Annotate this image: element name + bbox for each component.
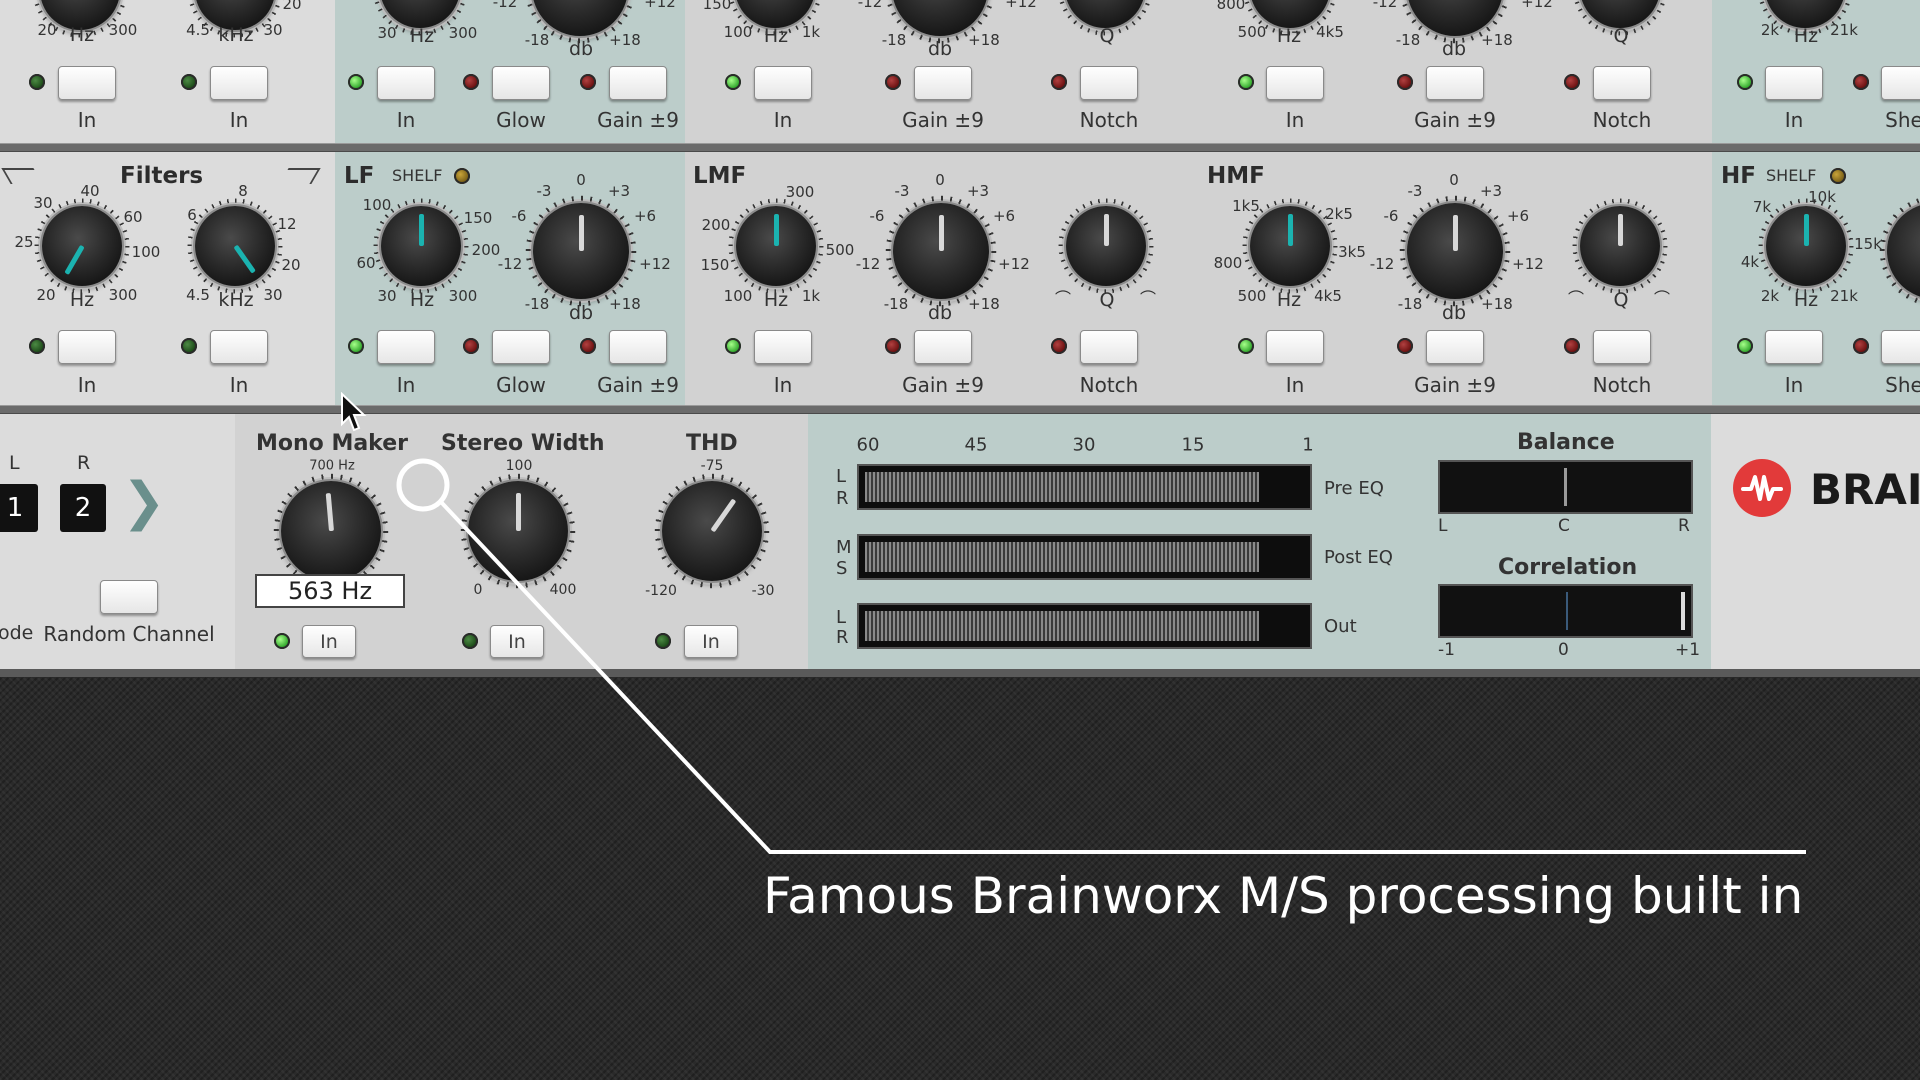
caption-text: Famous Brainworx M/S processing built in [763, 867, 1804, 925]
callout-circle [396, 458, 450, 512]
callout-line [439, 500, 1806, 854]
mouse-cursor-icon [341, 392, 367, 432]
plugin-screenshot: 20 Hz 300 4.5 kHz 30 20 30 Hz 300 -18 db… [0, 0, 1920, 1080]
